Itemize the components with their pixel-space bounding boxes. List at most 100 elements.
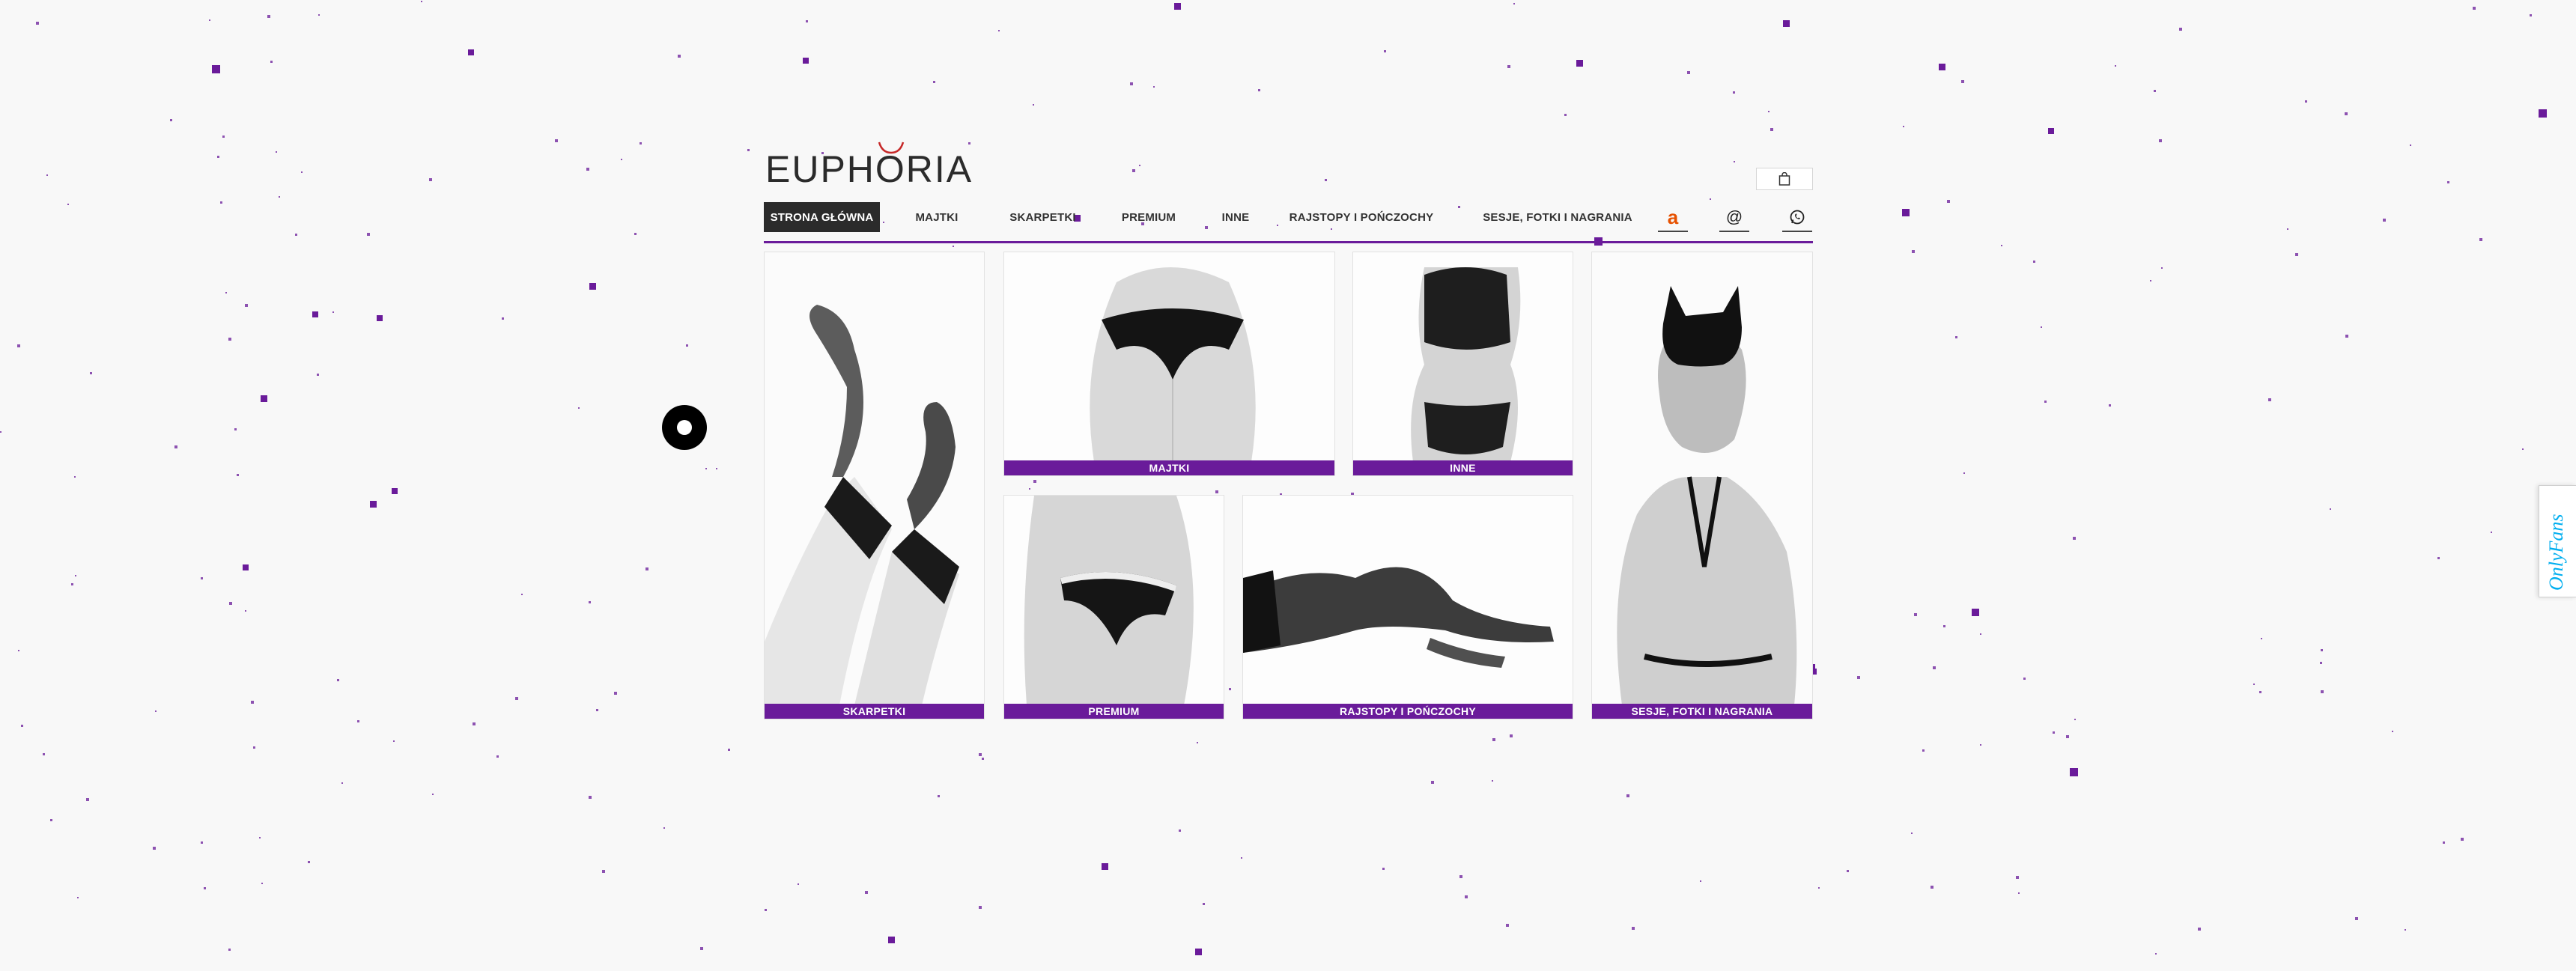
particle-dot bbox=[229, 602, 232, 605]
particle-dot bbox=[1564, 114, 1567, 116]
circle-dot-icon bbox=[677, 420, 692, 435]
particle-dot bbox=[1931, 886, 1933, 889]
majtki-photo bbox=[1004, 252, 1334, 462]
particle-dot bbox=[765, 909, 767, 911]
particle-dot bbox=[2048, 128, 2054, 134]
particle-dot bbox=[678, 55, 681, 58]
particle-dot bbox=[1980, 744, 1981, 746]
nav-item-skarpetki[interactable]: SKARPETKI bbox=[1007, 202, 1078, 232]
premium-photo bbox=[1004, 496, 1224, 705]
nav-item-majtki[interactable]: MAJTKI bbox=[910, 202, 964, 232]
particle-dot bbox=[578, 407, 580, 409]
category-tile-inne[interactable]: INNE bbox=[1352, 252, 1573, 476]
category-tile-majtki[interactable]: MAJTKI bbox=[1003, 252, 1335, 476]
sesje-photo bbox=[1592, 252, 1812, 705]
particle-dot bbox=[586, 168, 589, 171]
particle-dot bbox=[2320, 662, 2322, 664]
particle-dot bbox=[2383, 219, 2386, 222]
nav-item-inne[interactable]: INNE bbox=[1213, 202, 1258, 232]
particle-dot bbox=[1203, 903, 1205, 905]
particle-dot bbox=[2345, 335, 2348, 338]
particle-dot bbox=[1382, 868, 1385, 870]
nav-divider bbox=[764, 241, 1813, 243]
nav-item-sesje[interactable]: SESJE, FOTKI I NAGRANIA bbox=[1471, 202, 1644, 232]
particle-dot bbox=[2109, 404, 2111, 407]
particle-dot bbox=[317, 374, 319, 376]
particle-dot bbox=[279, 196, 280, 198]
particle-dot bbox=[1033, 480, 1036, 483]
particle-dot bbox=[2023, 678, 2026, 680]
particle-dot bbox=[370, 501, 377, 508]
brand-logo[interactable]: EUPHORIA bbox=[765, 141, 973, 192]
particle-dot bbox=[276, 151, 277, 153]
particle-dot bbox=[1506, 924, 1509, 927]
particle-dot bbox=[245, 610, 246, 612]
particle-dot bbox=[1325, 179, 1327, 181]
particle-dot bbox=[1384, 50, 1386, 52]
particle-dot bbox=[1939, 64, 1945, 70]
particle-dot bbox=[261, 883, 263, 884]
particle-dot bbox=[1911, 832, 1913, 834]
category-tile-sesje[interactable]: SESJE, FOTKI I NAGRANIA bbox=[1591, 252, 1813, 719]
particle-dot bbox=[2074, 719, 2076, 720]
particle-dot bbox=[645, 567, 648, 570]
particle-dot bbox=[2530, 14, 2532, 16]
particle-dot bbox=[2161, 267, 2163, 269]
particle-dot bbox=[201, 577, 203, 579]
category-tile-premium[interactable]: PREMIUM bbox=[1003, 495, 1224, 719]
particle-dot bbox=[1510, 734, 1513, 737]
particle-dot bbox=[77, 897, 79, 898]
particle-dot bbox=[367, 233, 370, 236]
particle-dot bbox=[332, 311, 334, 313]
category-tile-skarpetki[interactable]: SKARPETKI bbox=[764, 252, 985, 719]
particle-dot bbox=[36, 22, 39, 25]
particle-dot bbox=[888, 937, 895, 943]
particle-dot bbox=[1980, 633, 1981, 635]
amazon-link[interactable]: a bbox=[1658, 204, 1688, 232]
particle-dot bbox=[1459, 875, 1462, 878]
particle-dot bbox=[998, 30, 1000, 31]
category-tile-rajstopy[interactable]: RAJSTOPY I POŃCZOCHY bbox=[1242, 495, 1573, 719]
particle-dot bbox=[2070, 768, 2078, 776]
particle-dot bbox=[700, 947, 703, 950]
particle-dot bbox=[432, 794, 434, 795]
nav-item-strona-glowna[interactable]: STRONA GŁÓWNA bbox=[764, 202, 880, 232]
particle-dot bbox=[1174, 3, 1181, 10]
particle-dot bbox=[337, 679, 339, 681]
email-link[interactable]: @ bbox=[1719, 204, 1749, 232]
particle-dot bbox=[341, 782, 343, 784]
particle-dot bbox=[237, 474, 239, 476]
email-icon: @ bbox=[1725, 207, 1743, 226]
particle-dot bbox=[295, 234, 297, 236]
particle-dot bbox=[17, 344, 20, 347]
nav-item-premium[interactable]: PREMIUM bbox=[1114, 202, 1183, 232]
particle-dot bbox=[2479, 238, 2482, 241]
particle-dot bbox=[153, 847, 156, 850]
particle-dot bbox=[2473, 7, 2476, 10]
particle-dot bbox=[50, 819, 52, 821]
particle-dot bbox=[1963, 472, 1965, 474]
particle-dot bbox=[968, 142, 970, 144]
cart-button[interactable] bbox=[1756, 168, 1813, 190]
particle-dot bbox=[1947, 200, 1950, 203]
particle-dot bbox=[2491, 532, 2492, 533]
particle-dot bbox=[1700, 880, 1701, 882]
particle-dot bbox=[640, 142, 642, 144]
particle-dot bbox=[1943, 625, 1945, 627]
nav-item-rajstopy[interactable]: RAJSTOPY I POŃCZOCHY bbox=[1283, 202, 1440, 232]
particle-dot bbox=[1215, 490, 1218, 493]
onlyfans-side-tab[interactable]: OnlyFans bbox=[2539, 485, 2576, 597]
particle-dot bbox=[2259, 691, 2261, 693]
particle-dot bbox=[1710, 198, 1711, 200]
inne-photo bbox=[1353, 252, 1573, 462]
floating-circle-button[interactable] bbox=[662, 405, 707, 450]
whatsapp-link[interactable] bbox=[1782, 204, 1812, 232]
particle-dot bbox=[2044, 401, 2047, 403]
particle-dot bbox=[392, 488, 398, 494]
particle-dot bbox=[301, 171, 303, 173]
particle-dot bbox=[1258, 89, 1260, 91]
particle-dot bbox=[1768, 111, 1770, 112]
particle-dot bbox=[201, 841, 203, 844]
background-particles bbox=[0, 0, 2576, 971]
particle-dot bbox=[71, 583, 73, 585]
